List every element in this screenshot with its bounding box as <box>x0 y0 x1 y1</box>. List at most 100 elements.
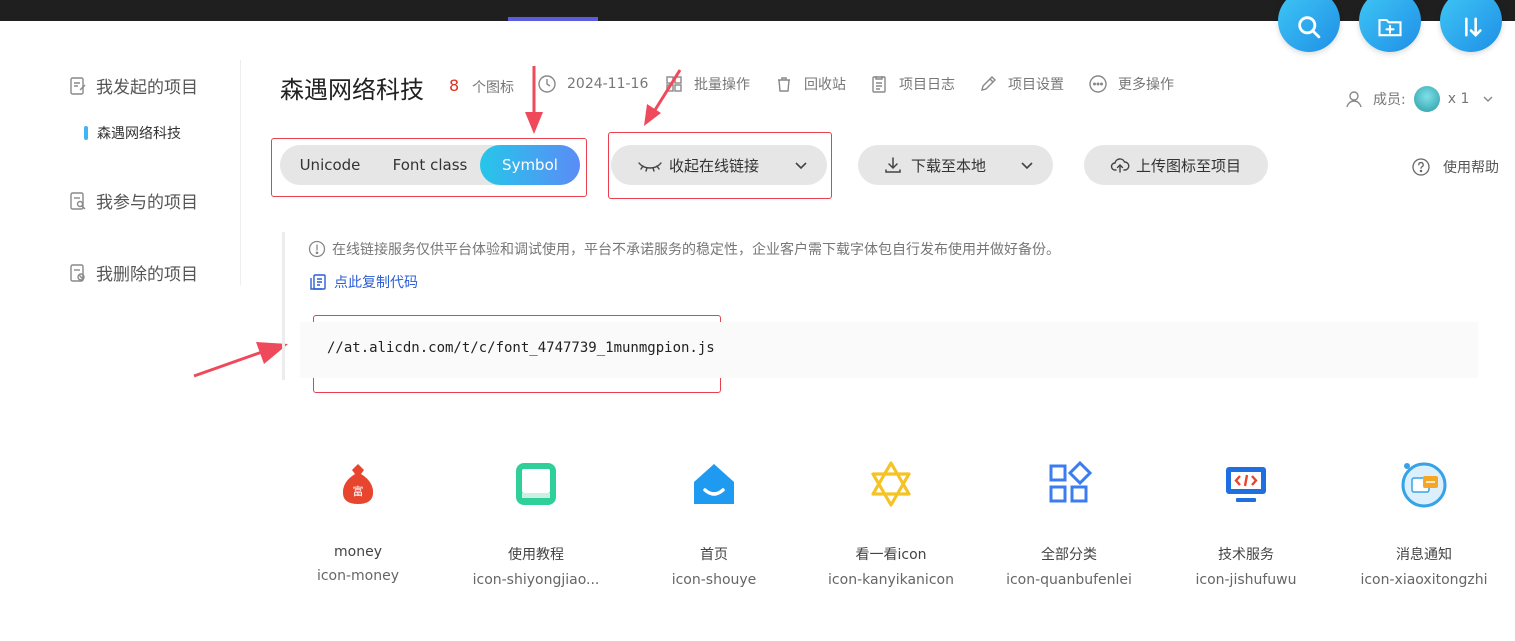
notice-bar <box>282 232 285 380</box>
cloud-upload-icon <box>1110 158 1130 173</box>
icon-name: 技术服务 <box>1218 547 1274 563</box>
nav-active-indicator <box>508 17 598 21</box>
collapse-link-label: 收起在线链接 <box>669 156 760 175</box>
collapse-online-link-button[interactable]: 收起在线链接 <box>611 145 827 185</box>
edit-document-icon <box>70 76 86 95</box>
document-delete-icon <box>70 263 85 282</box>
more-dots-icon <box>1089 75 1107 93</box>
avatar <box>1413 86 1440 112</box>
home-icon <box>694 464 734 504</box>
icon-card-quanbufenlei[interactable]: 全部分类 icon-quanbufenlei <box>984 458 1154 588</box>
icon-count-label: 个图标 <box>472 80 514 96</box>
document-search-icon <box>70 191 86 210</box>
recycle-label: 回收站 <box>804 77 846 93</box>
members-dropdown[interactable]: 成员: x 1 <box>1345 86 1495 112</box>
category-grid-icon <box>1049 460 1093 503</box>
icon-code: icon-xiaoxitongzhi <box>1360 572 1488 588</box>
help-label: 使用帮助 <box>1443 160 1499 176</box>
grid-icon <box>666 76 682 92</box>
chevron-down-icon <box>795 162 807 170</box>
annotation-arrow-right <box>193 342 288 378</box>
search-icon <box>1298 16 1321 39</box>
notice-text: 在线链接服务仅供平台体验和调试使用，平台不承诺服务的稳定性，企业客户需下载字体包… <box>332 242 1060 258</box>
project-settings-button[interactable]: 项目设置 <box>978 74 1064 94</box>
copy-code-label: 点此复制代码 <box>334 275 418 291</box>
chevron-down-icon <box>1021 162 1033 170</box>
sidebar-item-initiated[interactable]: 我发起的项目 <box>68 73 198 98</box>
sort-icon <box>1465 17 1482 37</box>
icon-count: 8 <box>449 76 460 95</box>
clock-icon <box>538 75 556 93</box>
icon-card-jishufuwu[interactable]: 技术服务 icon-jishufuwu <box>1161 458 1331 588</box>
icon-code: icon-money <box>316 568 400 584</box>
members-label: 成员: <box>1373 92 1406 108</box>
icon-card-xiaoxitongzhi[interactable]: 消息通知 icon-xiaoxitongzhi <box>1339 458 1509 588</box>
copy-code-link[interactable]: 点此复制代码 <box>308 272 418 292</box>
help-link[interactable]: 使用帮助 <box>1411 157 1499 177</box>
settings-label: 项目设置 <box>1008 77 1064 93</box>
folder-add-icon <box>1378 18 1402 37</box>
sidebar-item-deleted[interactable]: 我删除的项目 <box>68 260 198 285</box>
sidebar-item-label: 我发起的项目 <box>96 78 198 98</box>
project-log-button[interactable]: 项目日志 <box>869 74 955 94</box>
download-label: 下载至本地 <box>911 156 987 175</box>
icon-card-shiyongjiaocheng[interactable]: 使用教程 icon-shiyongjiao... <box>451 458 621 588</box>
icon-name: 全部分类 <box>1041 547 1097 563</box>
icon-card-shouye[interactable]: 首页 icon-shouye <box>629 458 799 588</box>
upload-icons-button[interactable]: 上传图标至项目 <box>1084 145 1268 185</box>
info-circle-icon <box>308 240 326 258</box>
more-label: 更多操作 <box>1118 77 1174 93</box>
icon-code: icon-shouye <box>671 572 757 588</box>
trash-icon <box>778 77 790 92</box>
download-button[interactable]: 下载至本地 <box>858 145 1053 185</box>
tab-symbol[interactable]: Symbol <box>480 145 580 185</box>
search-fab[interactable] <box>1278 0 1340 52</box>
tab-unicode[interactable]: Unicode <box>280 145 380 185</box>
question-circle-icon <box>1412 158 1430 176</box>
more-operations-button[interactable]: 更多操作 <box>1088 74 1174 94</box>
icon-code: icon-shiyongjiao... <box>472 572 600 588</box>
batch-label: 批量操作 <box>694 77 750 93</box>
tab-font-class[interactable]: Font class <box>380 145 480 185</box>
message-notify-icon <box>1401 462 1447 508</box>
icon-name: money <box>334 544 382 560</box>
icon-name: 首页 <box>700 547 728 563</box>
recycle-bin-button[interactable]: 回收站 <box>774 74 846 94</box>
pencil-icon <box>981 76 996 91</box>
svg-text:富: 富 <box>353 484 364 498</box>
sort-fab[interactable] <box>1440 0 1502 52</box>
members-count: x 1 <box>1447 91 1470 107</box>
sidebar-project-item[interactable]: 森遇网络科技 <box>84 123 181 143</box>
icon-card-kanyikanicon[interactable]: 看一看icon icon-kanyikanicon <box>806 458 976 588</box>
new-project-fab[interactable] <box>1359 0 1421 52</box>
sidebar-item-label: 我删除的项目 <box>96 265 198 285</box>
icon-name: 消息通知 <box>1396 547 1452 563</box>
active-indicator <box>84 126 88 140</box>
sidebar: 我发起的项目 森遇网络科技 我参与的项目 我删除的项目 <box>0 60 241 285</box>
created-date: 2024-11-16 <box>537 74 648 94</box>
user-icon <box>1346 91 1362 108</box>
sidebar-item-label: 我参与的项目 <box>96 193 198 213</box>
copy-icon <box>310 274 326 290</box>
eye-closed-icon <box>638 162 662 172</box>
project-title: 森遇网络科技 <box>280 76 424 104</box>
log-icon <box>872 76 886 93</box>
icon-name: 看一看icon <box>855 547 927 563</box>
online-link-notice: 在线链接服务仅供平台体验和调试使用，平台不承诺服务的稳定性，企业客户需下载字体包… <box>308 239 1060 259</box>
download-icon <box>885 157 901 173</box>
icon-code: icon-jishufuwu <box>1195 572 1297 588</box>
code-monitor-icon <box>1226 467 1266 502</box>
log-label: 项目日志 <box>899 77 955 93</box>
batch-operation-button[interactable]: 批量操作 <box>664 74 750 94</box>
book-icon <box>516 463 556 505</box>
online-link-code[interactable]: //at.alicdn.com/t/c/font_4747739_1munmgp… <box>327 340 715 356</box>
icon-code: icon-quanbufenlei <box>1006 572 1132 588</box>
icon-code: icon-kanyikanicon <box>828 572 954 588</box>
chevron-down-icon <box>1483 96 1493 102</box>
date-label: 2024-11-16 <box>567 76 649 92</box>
icon-card-money[interactable]: 富 money icon-money <box>273 458 443 584</box>
star-of-david-icon <box>871 461 911 507</box>
sidebar-item-participated[interactable]: 我参与的项目 <box>68 188 198 213</box>
icon-name: 使用教程 <box>508 547 564 563</box>
upload-label: 上传图标至项目 <box>1136 156 1242 175</box>
